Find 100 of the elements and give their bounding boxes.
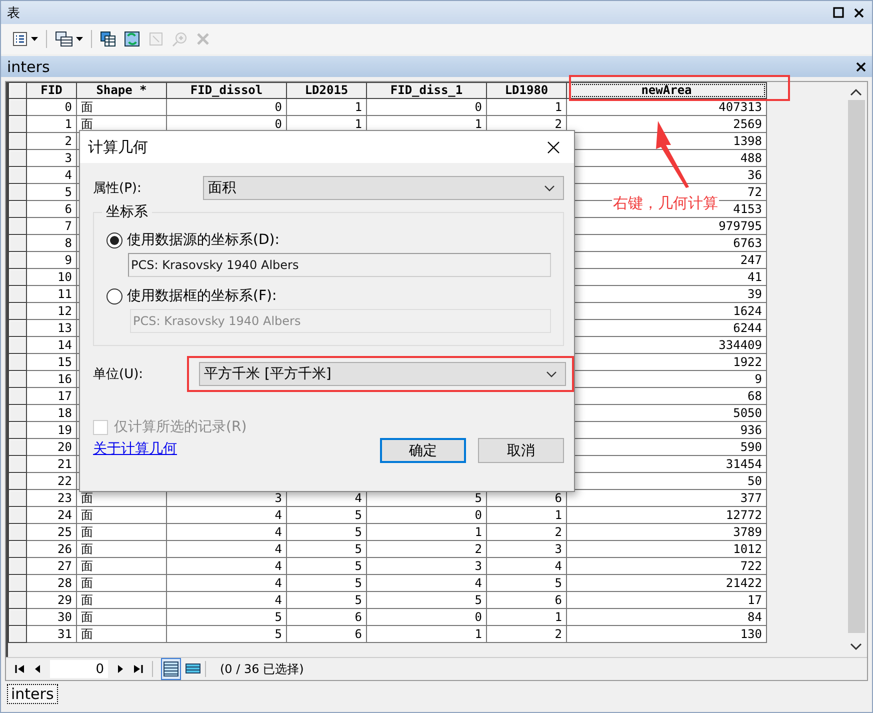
- row-selector[interactable]: [8, 473, 27, 490]
- table-cell: 130: [567, 626, 767, 643]
- chevron-down-icon[interactable]: [850, 643, 862, 651]
- help-link[interactable]: 关于计算几何: [93, 440, 177, 458]
- row-selector[interactable]: [8, 116, 27, 133]
- switch-icon: [124, 31, 140, 47]
- row-selector[interactable]: [8, 218, 27, 235]
- table-cell: 13: [27, 320, 77, 337]
- table-cell: 5: [287, 524, 367, 541]
- row-selector[interactable]: [8, 490, 27, 507]
- row-selector[interactable]: [8, 167, 27, 184]
- table-cell: 5: [287, 558, 367, 575]
- chevron-up-icon[interactable]: [850, 88, 862, 96]
- caret-icon: [76, 37, 83, 41]
- row-selector[interactable]: [8, 558, 27, 575]
- row-selector[interactable]: [8, 235, 27, 252]
- row-selector[interactable]: [8, 592, 27, 609]
- row-selector[interactable]: [8, 99, 27, 116]
- close-icon[interactable]: [856, 62, 866, 72]
- table-cell: 1: [367, 626, 487, 643]
- row-selector[interactable]: [8, 524, 27, 541]
- table-cell: 5: [287, 575, 367, 592]
- previous-record-icon[interactable]: [34, 664, 42, 674]
- table-cell: 84: [567, 609, 767, 626]
- table-tab[interactable]: inters: [7, 684, 58, 704]
- row-selector[interactable]: [8, 320, 27, 337]
- table-cell: 14: [27, 337, 77, 354]
- radio-button[interactable]: [106, 232, 123, 248]
- row-selector[interactable]: [8, 609, 27, 626]
- row-selector[interactable]: [8, 303, 27, 320]
- cancel-button[interactable]: 取消: [478, 438, 564, 463]
- restore-icon[interactable]: [833, 7, 844, 18]
- table-cell: 5: [167, 626, 287, 643]
- row-selector[interactable]: [8, 252, 27, 269]
- show-all-records-button[interactable]: [161, 658, 181, 680]
- zoom-icon: [172, 31, 188, 47]
- row-selector[interactable]: [8, 337, 27, 354]
- table-cell: 31: [27, 626, 77, 643]
- row-selector[interactable]: [8, 354, 27, 371]
- row-selector[interactable]: [8, 269, 27, 286]
- table-cell: 23: [27, 490, 77, 507]
- last-record-icon[interactable]: [132, 664, 144, 674]
- table-cell: 4: [167, 592, 287, 609]
- window-title: 表: [7, 4, 20, 22]
- table-cell: 15: [27, 354, 77, 371]
- column-header[interactable]: newArea: [567, 82, 767, 99]
- chevron-down-icon: [544, 184, 555, 192]
- row-selector[interactable]: [8, 439, 27, 456]
- table-cell: 1012: [567, 541, 767, 558]
- row-selector[interactable]: [8, 286, 27, 303]
- caret-icon: [31, 37, 38, 41]
- table-cell: 面: [77, 558, 167, 575]
- row-selector[interactable]: [8, 456, 27, 473]
- property-dropdown[interactable]: 面积: [203, 176, 564, 200]
- column-header[interactable]: LD1980: [487, 82, 567, 99]
- first-record-icon[interactable]: [14, 664, 26, 674]
- radio-label: 使用数据框的坐标系(F):: [127, 287, 277, 305]
- next-record-icon[interactable]: [116, 664, 124, 674]
- table-cell: 2569: [567, 116, 767, 133]
- corner-header[interactable]: [8, 82, 27, 99]
- table-cell: 4: [167, 558, 287, 575]
- close-icon[interactable]: [854, 8, 864, 18]
- row-selector[interactable]: [8, 388, 27, 405]
- column-header[interactable]: Shape *: [77, 82, 167, 99]
- table-cell: 9: [27, 252, 77, 269]
- table-cell: 6: [287, 609, 367, 626]
- table-cell: 0: [367, 507, 487, 524]
- table-cell: 722: [567, 558, 767, 575]
- record-field[interactable]: 0: [50, 660, 108, 678]
- coordinate-system-field[interactable]: PCS: Krasovsky 1940 Albers: [128, 253, 551, 277]
- radio-label: 使用数据源的坐标系(D):: [127, 231, 280, 249]
- table-cell: 4: [167, 507, 287, 524]
- table-cell: 17: [27, 388, 77, 405]
- column-header[interactable]: LD2015: [287, 82, 367, 99]
- column-header[interactable]: FID_dissol: [167, 82, 287, 99]
- table-cell: 2: [367, 541, 487, 558]
- row-selector[interactable]: [8, 405, 27, 422]
- table-cell: 3: [487, 541, 567, 558]
- row-selector[interactable]: [8, 201, 27, 218]
- table-cell: 8: [27, 235, 77, 252]
- row-selector[interactable]: [8, 541, 27, 558]
- unit-dropdown[interactable]: 平方千米 [平方千米]: [199, 362, 566, 386]
- table-cell: 12772: [567, 507, 767, 524]
- table-cell: 面: [77, 575, 167, 592]
- column-header[interactable]: FID: [27, 82, 77, 99]
- field-label: 单位(U):: [93, 366, 144, 383]
- table-cell: 3: [367, 558, 487, 575]
- row-selector[interactable]: [8, 133, 27, 150]
- list-icon: [12, 31, 28, 47]
- table-cell: 1: [487, 609, 567, 626]
- row-selector[interactable]: [8, 150, 27, 167]
- row-selector[interactable]: [8, 575, 27, 592]
- row-selector[interactable]: [8, 626, 27, 643]
- column-header[interactable]: FID_diss_1: [367, 82, 487, 99]
- ok-button[interactable]: 确定: [380, 438, 466, 463]
- row-selector[interactable]: [8, 422, 27, 439]
- row-selector[interactable]: [8, 371, 27, 388]
- row-selector[interactable]: [8, 507, 27, 524]
- row-selector[interactable]: [8, 184, 27, 201]
- close-icon[interactable]: [547, 140, 560, 154]
